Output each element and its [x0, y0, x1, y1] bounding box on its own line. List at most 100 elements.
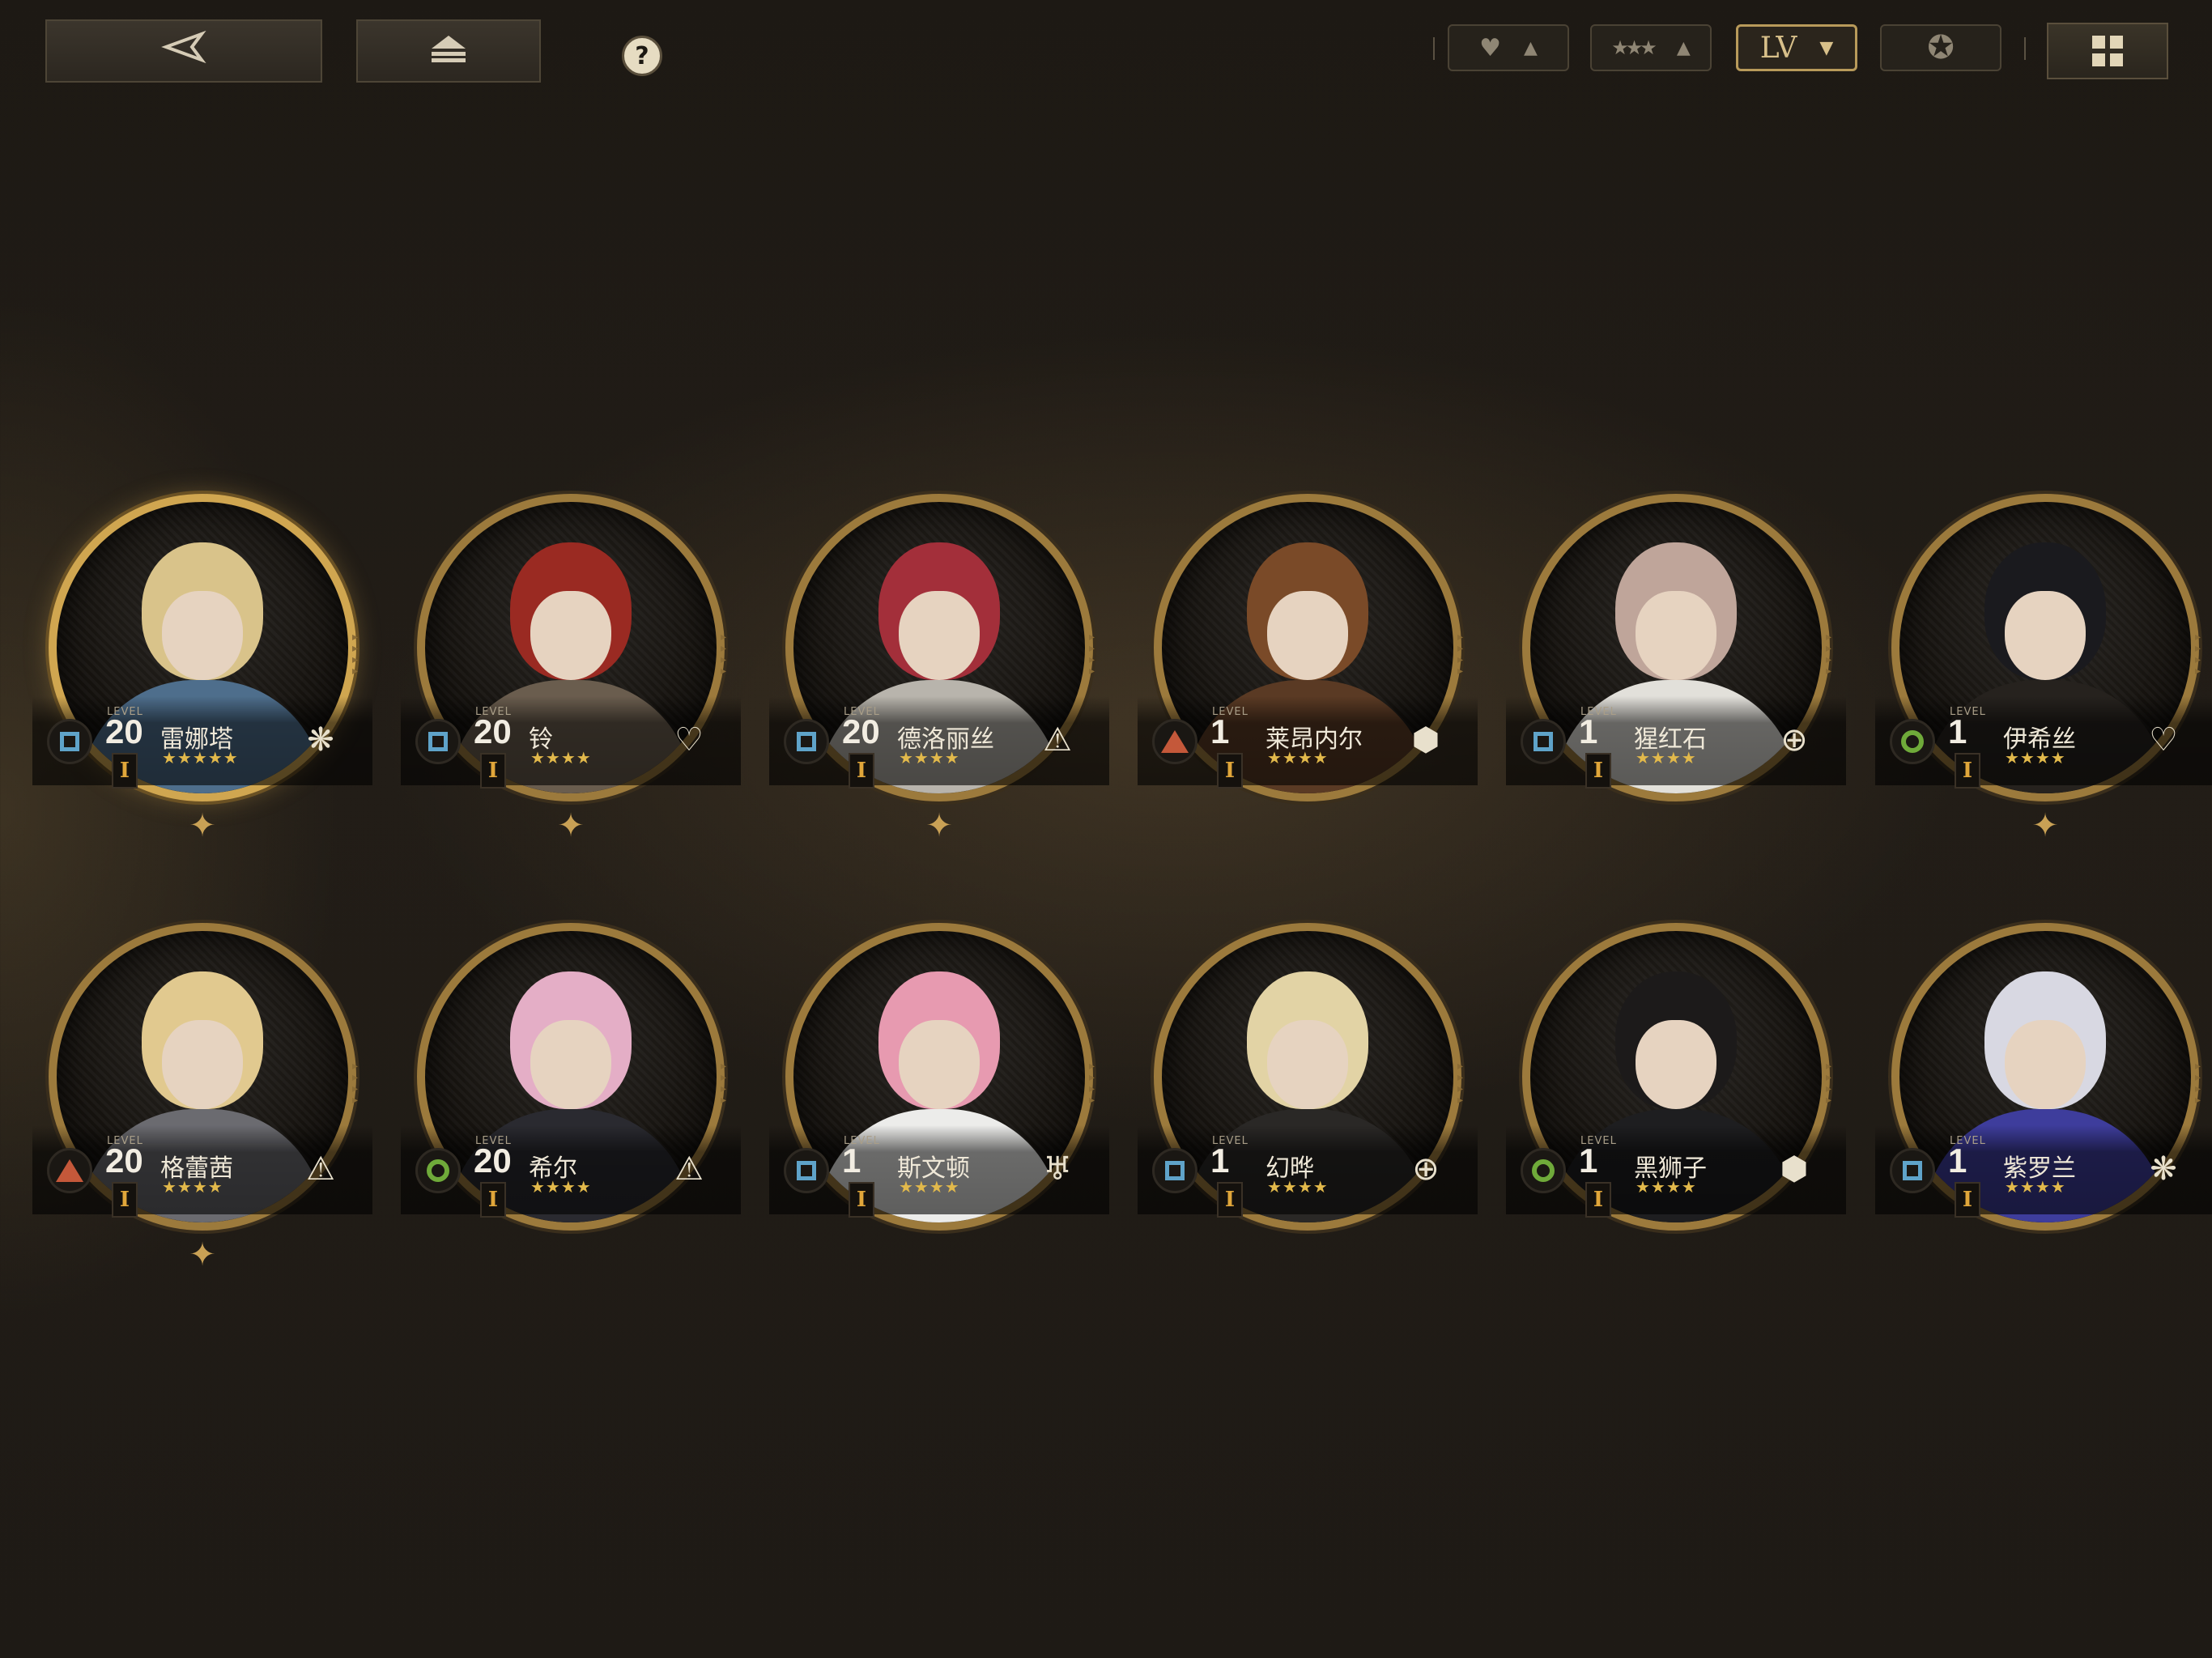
heart-emblem-icon: ♡: [2149, 721, 2178, 759]
rarity-ticks: ▸ ▸ ▸ ▸: [721, 631, 727, 678]
rarity-ticks: ▸ ▸ ▸ ▸: [721, 1060, 727, 1107]
crosshair-emblem-icon: ⊕: [1780, 721, 1808, 759]
rank-badge: I: [112, 753, 138, 789]
square-class-icon: [1890, 1148, 1935, 1193]
square-class-icon: [415, 719, 461, 764]
portrait-face: [2005, 1020, 2086, 1109]
level-icon: LV: [1759, 31, 1797, 65]
sort-arrow-icon: ▲: [1676, 37, 1691, 58]
rank-badge: I: [849, 753, 874, 789]
view-toggle-button[interactable]: [2047, 23, 2168, 79]
sort-arrow-icon: ▼: [1819, 37, 1834, 58]
portrait-face: [530, 591, 611, 680]
portrait-face: [1636, 1020, 1716, 1109]
level-value: 1: [1948, 1141, 1967, 1180]
portrait-face: [1267, 1020, 1348, 1109]
help-button[interactable]: ?: [622, 36, 662, 76]
character-card[interactable]: ▸ ▸ ▸ ▸ LEVEL 20 希尔 ★★★★ I ⚠: [401, 891, 741, 1263]
rank-badge: I: [112, 1182, 138, 1218]
eject-icon: [428, 31, 469, 72]
rarity-ticks: ▸ ▸ ▸ ▸: [1089, 1060, 1095, 1107]
rarity-ticks: ▸ ▸ ▸ ▸: [1089, 631, 1095, 678]
rank-badge: I: [849, 1182, 874, 1218]
sort-by-level-button[interactable]: LV ▼: [1736, 24, 1857, 71]
stars-icon: ★★★: [1611, 36, 1657, 59]
star-rating: ★★★★: [1636, 748, 1697, 767]
star-rating: ★★★★: [1267, 748, 1329, 767]
back-button[interactable]: [45, 19, 322, 83]
star-rating: ★★★★: [899, 1177, 960, 1197]
portrait-face: [162, 1020, 243, 1109]
sort-by-emblem-button[interactable]: ✪: [1880, 24, 2001, 71]
rank-badge: I: [480, 753, 506, 789]
character-card[interactable]: ▸ ▸ ▸ ▸ LEVEL 1 伊希丝 ★★★★ I ♡ ✦: [1875, 461, 2212, 842]
toolbar-divider: [2024, 37, 2026, 60]
star-rating: ★★★★: [1267, 1177, 1329, 1197]
level-value: 20: [842, 712, 880, 750]
sort-by-affection-button[interactable]: ♥ ▲: [1448, 24, 1569, 71]
heart-emblem-icon: ♡: [674, 721, 704, 759]
portrait-face: [530, 1020, 611, 1109]
bond-diamond-icon: ✦: [557, 807, 585, 844]
bond-diamond-icon: ✦: [925, 807, 953, 844]
rarity-ticks: ▸ ▸ ▸ ▸: [352, 631, 359, 678]
tent-emblem-icon: ⚠: [674, 1150, 704, 1188]
tent-emblem-icon: ⚠: [1043, 721, 1072, 759]
star-rating: ★★★★: [530, 748, 592, 767]
portrait-face: [899, 591, 980, 680]
portrait-face: [899, 1020, 980, 1109]
character-card[interactable]: ▸ ▸ ▸ ▸ LEVEL 20 铃 ★★★★ I ♡ ✦: [401, 461, 741, 842]
star-rating: ★★★★: [2005, 748, 2066, 767]
level-value: 1: [1579, 712, 1598, 750]
bond-diamond-icon: ✦: [189, 807, 216, 844]
square-class-icon: [1152, 1148, 1197, 1193]
star-rating: ★★★★: [899, 748, 960, 767]
character-card[interactable]: ▸ ▸ ▸ ▸ LEVEL 20 格蕾茜 ★★★★ I ⚠ ✦: [32, 891, 372, 1271]
level-value: 20: [474, 1141, 512, 1180]
character-card[interactable]: ▸ ▸ ▸ ▸ LEVEL 20 雷娜塔 ★★★★★ I ❋ ✦: [32, 461, 372, 842]
star-rating: ★★★★★: [162, 748, 239, 767]
triangle-class-icon: [1152, 719, 1197, 764]
star-rating: ★★★★: [1636, 1177, 1697, 1197]
rank-badge: I: [1217, 1182, 1243, 1218]
hexagon-emblem-icon: ⬢: [1780, 1150, 1809, 1188]
character-card[interactable]: ▸ ▸ ▸ ▸ LEVEL 1 紫罗兰 ★★★★ I ❋: [1875, 891, 2212, 1263]
character-card[interactable]: ▸ ▸ ▸ ▸ LEVEL 1 斯文顿 ★★★★ I ♅: [769, 891, 1109, 1263]
character-card[interactable]: ▸ ▸ ▸ ▸ LEVEL 1 黑狮子 ★★★★ I ⬢: [1506, 891, 1846, 1263]
portrait-face: [162, 591, 243, 680]
level-value: 1: [842, 1141, 861, 1180]
level-value: 1: [1579, 1141, 1598, 1180]
star-rating: ★★★★: [530, 1177, 592, 1197]
rarity-ticks: ▸ ▸ ▸ ▸: [1457, 1060, 1464, 1107]
home-button[interactable]: [356, 19, 541, 83]
toolbar-divider: [1433, 37, 1435, 60]
level-value: 20: [474, 712, 512, 750]
square-class-icon: [47, 719, 92, 764]
grid-view-icon: [2092, 36, 2123, 66]
crosshair-emblem-icon: ⊕: [1412, 1150, 1440, 1188]
rarity-ticks: ▸ ▸ ▸ ▸: [1457, 631, 1464, 678]
portrait-face: [1267, 591, 1348, 680]
rank-badge: I: [1955, 753, 1980, 789]
star-rating: ★★★★: [2005, 1177, 2066, 1197]
rarity-ticks: ▸ ▸ ▸ ▸: [1826, 631, 1832, 678]
level-value: 20: [105, 712, 143, 750]
square-class-icon: [1521, 719, 1566, 764]
snowflake-emblem-icon: ❋: [2150, 1150, 2177, 1188]
rarity-ticks: ▸ ▸ ▸ ▸: [1826, 1060, 1832, 1107]
heart-icon: ♥: [1479, 33, 1501, 62]
rarity-ticks: ▸ ▸ ▸ ▸: [2195, 631, 2201, 678]
rank-badge: I: [1585, 753, 1611, 789]
portrait-face: [1636, 591, 1716, 680]
level-value: 20: [105, 1141, 143, 1180]
character-card[interactable]: ▸ ▸ ▸ ▸ LEVEL 1 莱昂内尔 ★★★★ I ⬢: [1138, 461, 1478, 834]
sort-by-rarity-button[interactable]: ★★★ ▲: [1590, 24, 1712, 71]
level-value: 1: [1948, 712, 1967, 750]
square-class-icon: [784, 719, 829, 764]
tent-emblem-icon: ⚠: [306, 1150, 335, 1188]
rarity-ticks: ▸ ▸ ▸ ▸: [2195, 1060, 2201, 1107]
character-card[interactable]: ▸ ▸ ▸ ▸ LEVEL 1 猩红石 ★★★★ I ⊕: [1506, 461, 1846, 834]
character-card[interactable]: ▸ ▸ ▸ ▸ LEVEL 20 德洛丽丝 ★★★★ I ⚠ ✦: [769, 461, 1109, 842]
sort-arrow-icon: ▲: [1523, 37, 1538, 58]
character-card[interactable]: ▸ ▸ ▸ ▸ LEVEL 1 幻晔 ★★★★ I ⊕: [1138, 891, 1478, 1263]
